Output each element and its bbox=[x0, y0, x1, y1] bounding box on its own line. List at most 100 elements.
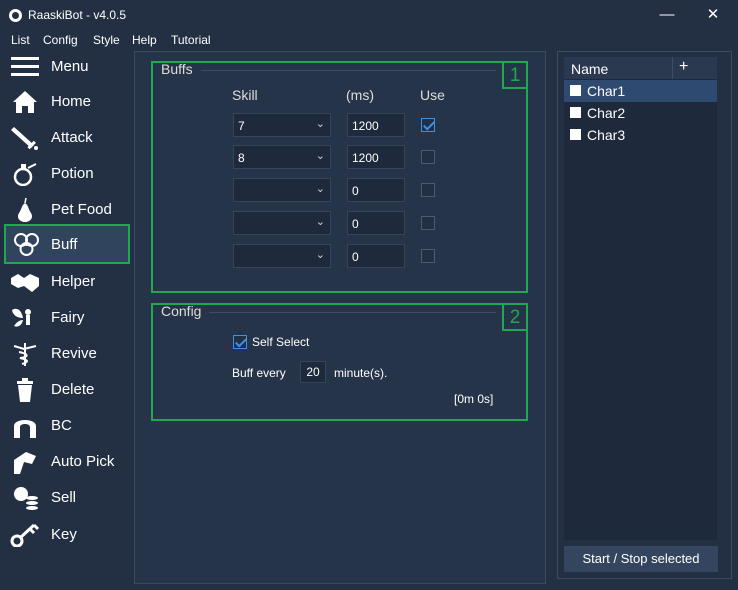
menu-bar: List Config Style Help Tutorial bbox=[0, 31, 738, 49]
skill-column-header: Skill bbox=[232, 87, 258, 103]
sidebar-item-bc[interactable]: BC bbox=[0, 408, 134, 444]
chevron-down-icon: ⌄ bbox=[315, 216, 325, 228]
ms-input[interactable]: 0 bbox=[347, 211, 405, 235]
skill-select-value: 8 bbox=[238, 151, 245, 165]
sidebar-item-label: Fairy bbox=[51, 309, 85, 326]
menu-list[interactable]: List bbox=[11, 33, 30, 47]
ms-input-value: 0 bbox=[352, 184, 359, 198]
start-stop-button[interactable]: Start / Stop selected bbox=[564, 546, 718, 572]
app-logo-icon bbox=[9, 9, 22, 22]
self-select-label: Self Select bbox=[252, 335, 310, 349]
sidebar-item-label: Menu bbox=[51, 58, 89, 75]
character-name: Char2 bbox=[587, 105, 626, 121]
buff-interval-input[interactable]: 20 bbox=[300, 361, 326, 383]
sidebar-item-sell[interactable]: Sell bbox=[0, 480, 134, 516]
handshake-icon bbox=[11, 274, 39, 292]
sidebar-item-buff[interactable]: Buff bbox=[4, 224, 130, 264]
menu-icon bbox=[11, 57, 39, 76]
ms-input[interactable]: 0 bbox=[347, 244, 405, 268]
chevron-down-icon: ⌄ bbox=[315, 150, 325, 162]
character-checkbox[interactable] bbox=[570, 129, 581, 140]
skill-select[interactable]: ⌄ bbox=[233, 244, 331, 268]
character-checkbox[interactable] bbox=[570, 85, 581, 96]
sidebar-item-auto-pick[interactable]: Auto Pick bbox=[0, 444, 134, 480]
key-icon bbox=[10, 523, 40, 547]
config-legend: Config bbox=[161, 303, 202, 319]
character-name: Char3 bbox=[587, 127, 626, 143]
money-icon bbox=[14, 487, 38, 510]
buffs-group: Buffs 1 bbox=[151, 61, 528, 293]
close-button[interactable]: ✕ bbox=[704, 6, 722, 24]
use-checkbox[interactable] bbox=[421, 118, 435, 132]
ms-input-value: 0 bbox=[352, 217, 359, 231]
config-divider bbox=[209, 312, 496, 313]
character-name: Char1 bbox=[587, 83, 626, 99]
ms-column-header: (ms) bbox=[346, 87, 374, 103]
menu-config[interactable]: Config bbox=[43, 33, 78, 47]
sidebar-item-label: Potion bbox=[51, 165, 94, 182]
skill-select[interactable]: ⌄ bbox=[233, 211, 331, 235]
sidebar-item-label: Auto Pick bbox=[51, 453, 115, 470]
list-item[interactable]: Char1 bbox=[564, 80, 717, 102]
skill-select-value: 7 bbox=[238, 119, 245, 133]
name-column-header: Name bbox=[571, 61, 609, 77]
buffs-divider bbox=[201, 70, 496, 71]
sword-icon bbox=[11, 127, 38, 150]
character-checkbox[interactable] bbox=[570, 107, 581, 118]
window-title: RaaskiBot - v4.0.5 bbox=[28, 8, 127, 22]
sidebar-item-helper[interactable]: Helper bbox=[0, 264, 134, 300]
menu-help[interactable]: Help bbox=[132, 33, 157, 47]
sidebar-item-label: Delete bbox=[51, 381, 95, 398]
ms-input[interactable]: 1200 bbox=[347, 145, 405, 169]
sidebar-item-home[interactable]: Home bbox=[0, 84, 134, 120]
chevron-down-icon: ⌄ bbox=[315, 249, 325, 261]
menu-style[interactable]: Style bbox=[93, 33, 120, 47]
use-checkbox[interactable] bbox=[421, 216, 435, 230]
sidebar-item-revive[interactable]: Revive bbox=[0, 336, 134, 372]
sidebar-item-potion[interactable]: Potion bbox=[0, 156, 134, 192]
sidebar-item-attack[interactable]: Attack bbox=[0, 120, 134, 156]
caduceus-icon bbox=[13, 343, 37, 366]
sidebar-item-key[interactable]: Key bbox=[0, 517, 134, 553]
self-select-checkbox[interactable] bbox=[233, 335, 247, 349]
buff-timer: [0m 0s] bbox=[454, 392, 494, 406]
config-number-badge: 2 bbox=[502, 303, 528, 331]
ms-input[interactable]: 0 bbox=[347, 178, 405, 202]
ms-input[interactable]: 1200 bbox=[347, 113, 405, 137]
buffs-legend: Buffs bbox=[161, 61, 193, 77]
skill-select[interactable]: ⌄ bbox=[233, 178, 331, 202]
minutes-label: minute(s). bbox=[334, 366, 388, 380]
menu-tutorial[interactable]: Tutorial bbox=[171, 33, 211, 47]
use-checkbox[interactable] bbox=[421, 183, 435, 197]
trash-icon bbox=[17, 378, 33, 402]
ms-input-value: 1200 bbox=[352, 151, 379, 165]
skill-select[interactable]: 7 ⌄ bbox=[233, 113, 331, 137]
fairy-icon bbox=[12, 308, 31, 327]
sidebar-item-label: Home bbox=[51, 93, 92, 110]
skill-select[interactable]: 8 ⌄ bbox=[233, 145, 331, 169]
sidebar-item-label: Buff bbox=[51, 236, 78, 253]
chevron-down-icon: ⌄ bbox=[315, 118, 325, 130]
potion-icon bbox=[13, 163, 37, 186]
character-list-header: Name + bbox=[564, 57, 717, 79]
minimize-button[interactable]: — bbox=[658, 6, 676, 24]
header-divider bbox=[672, 57, 673, 79]
sidebar-item-pet-food[interactable]: Pet Food bbox=[0, 192, 134, 228]
sidebar-item-delete[interactable]: Delete bbox=[0, 372, 134, 408]
use-checkbox[interactable] bbox=[421, 249, 435, 263]
use-column-header: Use bbox=[420, 87, 445, 103]
sidebar-item-label: Sell bbox=[51, 489, 77, 506]
sidebar-item-label: Key bbox=[51, 526, 77, 543]
sidebar-item-fairy[interactable]: Fairy bbox=[0, 300, 134, 336]
list-item[interactable]: Char2 bbox=[564, 102, 717, 124]
sidebar-item-menu[interactable]: Menu bbox=[0, 49, 134, 85]
sidebar-item-label: Attack bbox=[51, 129, 93, 146]
use-checkbox[interactable] bbox=[421, 150, 435, 164]
buff-every-label: Buff every bbox=[232, 366, 286, 380]
add-character-button[interactable]: + bbox=[679, 58, 688, 76]
ms-input-value: 1200 bbox=[352, 119, 379, 133]
sidebar-item-label: Helper bbox=[51, 273, 96, 290]
pick-hand-icon bbox=[14, 452, 36, 474]
list-item[interactable]: Char3 bbox=[564, 124, 717, 146]
ms-input-value: 0 bbox=[352, 250, 359, 264]
